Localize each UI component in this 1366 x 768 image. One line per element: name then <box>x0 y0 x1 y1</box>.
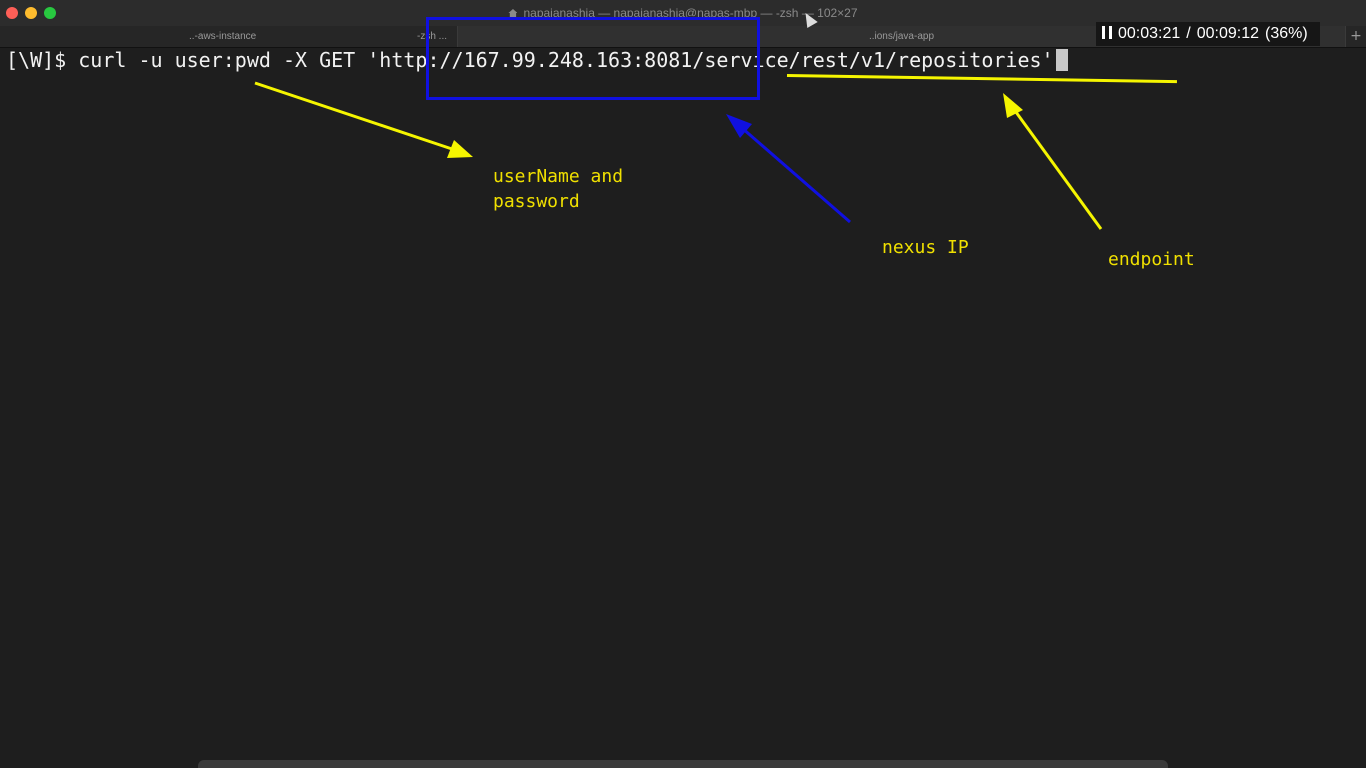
shell-prompt: [\W]$ <box>6 48 79 72</box>
pause-icon[interactable] <box>1102 26 1112 39</box>
tab-label: ..-aws-instance <box>189 31 257 42</box>
endpoint-arrow <box>1003 93 1103 230</box>
endpoint-underline <box>786 74 1177 84</box>
annotation-nexus-ip: nexus IP <box>882 237 969 258</box>
tab-label: ..ions/java-app <box>868 31 935 42</box>
terminal-window: napajanashia — napajanashia@napas-mbp — … <box>0 0 1366 768</box>
nexus-ip-highlight-box <box>426 17 760 100</box>
time-separator: / <box>1186 25 1191 42</box>
elapsed-time: 00:03:21 <box>1118 25 1181 42</box>
annotation-arrows <box>254 81 1103 230</box>
annotation-username-password: userName and password <box>493 166 624 212</box>
terminal-cursor <box>1055 49 1068 71</box>
progress-percent: (36%) <box>1265 25 1308 42</box>
nexus-ip-arrow <box>726 114 851 224</box>
add-tab-button[interactable]: + <box>1346 26 1366 47</box>
tab-aws-instance[interactable]: ..-aws-instance -zsh ... <box>0 26 458 47</box>
annotation-endpoint: endpoint <box>1108 249 1195 270</box>
video-playback-overlay: 00:03:21 / 00:09:12 (36%) <box>1096 22 1320 46</box>
total-time: 00:09:12 <box>1196 25 1260 42</box>
dock <box>198 760 1168 768</box>
